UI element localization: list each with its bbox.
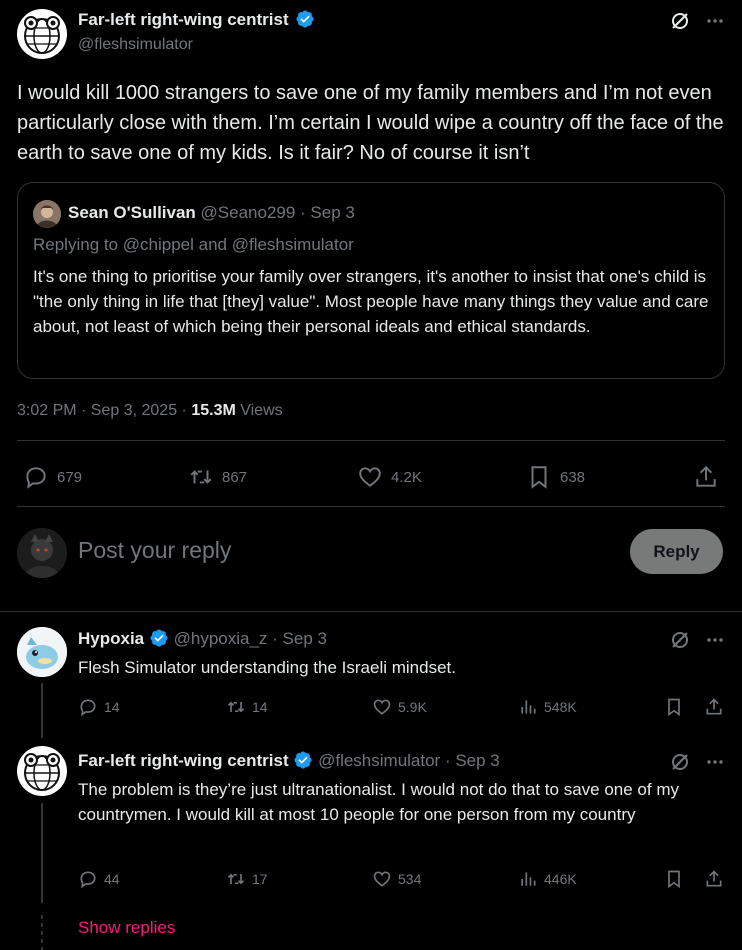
more-options-icon[interactable] — [705, 630, 725, 650]
replying-to: Replying to @chippel and @fleshsimulator — [33, 235, 354, 254]
quoted-author-name: Sean O'Sullivan — [68, 203, 196, 222]
tweet-timestamp-row: 3:02 PM · Sep 3, 2025 · 15.3M Views — [17, 402, 283, 420]
heart-icon — [359, 467, 381, 487]
share-button[interactable] — [704, 697, 724, 717]
repost-count: 17 — [252, 871, 268, 887]
like-count: 4.2K — [391, 468, 422, 486]
author-handle[interactable]: @fleshsimulator — [78, 36, 193, 54]
views-count: 15.3M — [191, 402, 236, 419]
reply-header: Far-left right-wing centrist @fleshsimul… — [78, 751, 500, 771]
reply-count: 14 — [104, 699, 120, 715]
reply-text: The problem is they’re just ultranationa… — [78, 780, 679, 824]
repost-count: 14 — [252, 699, 268, 715]
views-label: Views — [235, 402, 283, 419]
repost-icon — [227, 873, 245, 885]
reply-text: Flesh Simulator understanding the Israel… — [78, 658, 456, 677]
verified-badge-icon — [296, 10, 314, 28]
reply-button[interactable]: 44 — [78, 869, 120, 889]
quoted-handle-date: @Seano299 · Sep 3 — [200, 203, 355, 222]
divider — [17, 506, 725, 507]
share-icon — [706, 698, 722, 715]
like-count: 534 — [398, 871, 422, 887]
grok-icon[interactable] — [670, 630, 690, 650]
reply-button[interactable]: 14 — [78, 697, 120, 717]
reply-button[interactable]: 679 — [23, 464, 82, 490]
bookmark-icon — [531, 466, 547, 489]
heart-icon — [373, 871, 391, 887]
share-button[interactable] — [704, 869, 724, 889]
show-replies-link[interactable]: Show replies — [78, 918, 175, 938]
divider — [17, 440, 725, 441]
reply-handle-date[interactable]: @fleshsimulator · Sep 3 — [318, 751, 500, 770]
repost-button[interactable]: 14 — [226, 697, 268, 717]
grok-icon[interactable] — [670, 752, 690, 772]
thread-line — [41, 683, 43, 738]
reply-submit-button[interactable]: Reply — [630, 529, 723, 574]
analytics-icon — [521, 872, 536, 886]
reply-count: 679 — [57, 468, 83, 486]
reply-icon — [26, 467, 46, 489]
heart-icon — [373, 699, 391, 715]
author-name-row[interactable]: Far-left right-wing centrist — [78, 10, 315, 30]
bookmark-button[interactable]: 638 — [526, 464, 585, 490]
reply-header: Hypoxia @hypoxia_z · Sep 3 — [78, 629, 327, 649]
bookmark-count: 638 — [560, 468, 586, 486]
reply-author-name[interactable]: Hypoxia — [78, 629, 144, 648]
dotted-thread-line — [41, 915, 43, 950]
repost-button[interactable]: 17 — [226, 869, 268, 889]
reply-author-name[interactable]: Far-left right-wing centrist — [78, 751, 289, 770]
repost-icon — [227, 701, 245, 713]
analytics-icon — [521, 700, 536, 714]
current-user-avatar[interactable] — [17, 528, 67, 578]
repost-icon — [190, 470, 212, 484]
quoted-tweet-text: It's one thing to prioritise your family… — [33, 267, 709, 336]
bookmark-button[interactable] — [664, 697, 684, 717]
view-count: 548K — [544, 699, 577, 715]
bookmark-icon — [668, 870, 680, 889]
author-avatar[interactable] — [17, 9, 67, 59]
reply-icon — [80, 699, 96, 717]
like-count: 5.9K — [398, 699, 427, 715]
share-icon — [706, 870, 722, 887]
reply-icon — [80, 871, 96, 889]
views-button[interactable]: 446K — [518, 869, 577, 889]
view-count: 446K — [544, 871, 577, 887]
verified-badge-icon — [294, 751, 312, 769]
tweet-timestamp[interactable]: 3:02 PM · Sep 3, 2025 · — [17, 402, 191, 419]
grok-icon[interactable] — [670, 11, 690, 31]
repost-count: 867 — [222, 468, 248, 486]
more-options-icon[interactable] — [705, 11, 725, 31]
verified-badge-icon — [150, 629, 168, 647]
quoted-tweet-card[interactable]: Sean O'Sullivan @Seano299 · Sep 3 Replyi… — [17, 182, 725, 379]
quoted-author-avatar — [33, 200, 61, 228]
reply-input[interactable]: Post your reply — [78, 537, 231, 564]
share-button[interactable] — [693, 464, 727, 490]
reply-handle-date[interactable]: @hypoxia_z · Sep 3 — [174, 629, 327, 648]
reply-author-avatar[interactable] — [17, 627, 67, 677]
author-name[interactable]: Far-left right-wing centrist — [78, 10, 289, 29]
bookmark-icon — [668, 698, 680, 717]
like-button[interactable]: 5.9K — [372, 697, 427, 717]
like-button[interactable]: 534 — [372, 869, 421, 889]
bookmark-button[interactable] — [664, 869, 684, 889]
share-icon — [696, 465, 716, 487]
tweet-text: I would kill 1000 strangers to save one … — [17, 82, 724, 164]
thread-line — [41, 803, 43, 903]
views-button[interactable]: 548K — [518, 697, 577, 717]
reply-count: 44 — [104, 871, 120, 887]
like-button[interactable]: 4.2K — [357, 464, 422, 490]
reply-author-avatar[interactable] — [17, 746, 67, 796]
divider — [0, 611, 742, 612]
repost-button[interactable]: 867 — [188, 464, 247, 490]
more-options-icon[interactable] — [705, 752, 725, 772]
